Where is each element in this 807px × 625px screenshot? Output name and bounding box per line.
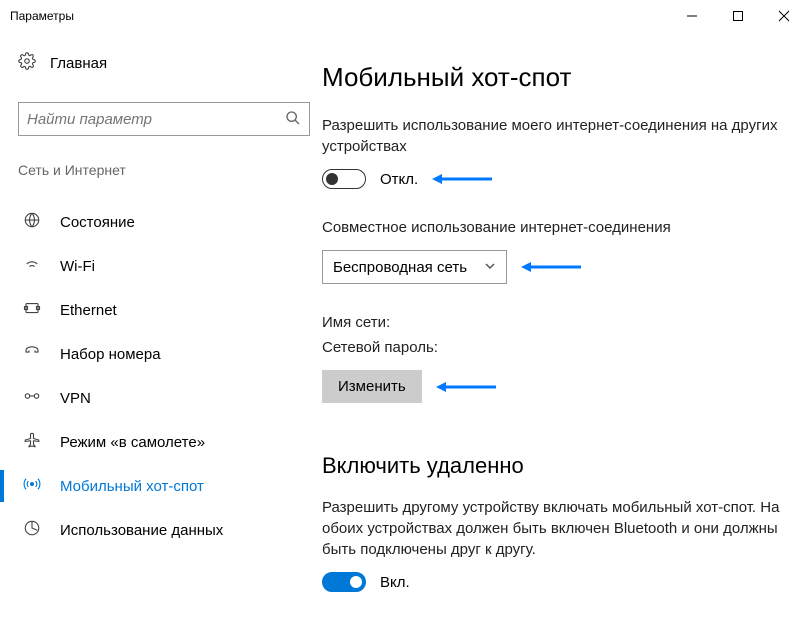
search-field[interactable] [27, 111, 285, 128]
gear-icon [18, 52, 36, 74]
remote-heading: Включить удаленно [322, 453, 787, 479]
nav-label: Ethernet [60, 302, 117, 319]
maximize-button[interactable] [715, 0, 761, 32]
nav-wifi[interactable]: Wi-Fi [18, 244, 310, 288]
remote-description: Разрешить другому устройству включать мо… [322, 497, 787, 560]
status-icon [22, 211, 42, 233]
chevron-down-icon [484, 259, 496, 276]
annotation-arrow [521, 261, 581, 273]
nav-data-usage[interactable]: Использование данных [18, 508, 310, 552]
share-from-label: Совместное использование интернет-соедин… [322, 217, 787, 238]
hotspot-icon [22, 475, 42, 497]
dialup-icon [22, 343, 42, 365]
airplane-icon [22, 431, 42, 453]
network-name-label: Имя сети: [322, 312, 787, 333]
share-toggle[interactable] [322, 169, 366, 189]
ethernet-icon [22, 299, 42, 321]
share-description: Разрешить использование моего интернет-с… [322, 115, 787, 157]
window-title: Параметры [10, 9, 669, 23]
search-icon [285, 110, 301, 129]
remote-toggle[interactable] [322, 572, 366, 592]
edit-button[interactable]: Изменить [322, 370, 422, 403]
nav-dialup[interactable]: Набор номера [18, 332, 310, 376]
category-label: Сеть и Интернет [18, 162, 310, 178]
remote-toggle-label: Вкл. [380, 574, 410, 591]
wifi-icon [22, 255, 42, 277]
nav-status[interactable]: Состояние [18, 200, 310, 244]
dropdown-value: Беспроводная сеть [333, 259, 467, 276]
annotation-arrow [432, 173, 492, 185]
nav-ethernet[interactable]: Ethernet [18, 288, 310, 332]
nav-hotspot[interactable]: Мобильный хот-спот [18, 464, 310, 508]
nav-airplane[interactable]: Режим «в самолете» [18, 420, 310, 464]
close-button[interactable] [761, 0, 807, 32]
network-password-label: Сетевой пароль: [322, 337, 787, 358]
connection-dropdown[interactable]: Беспроводная сеть [322, 250, 507, 284]
nav-label: Набор номера [60, 346, 161, 363]
nav-label: Использование данных [60, 522, 223, 539]
nav-label: Wi-Fi [60, 258, 95, 275]
nav-label: Мобильный хот-спот [60, 478, 204, 495]
data-usage-icon [22, 519, 42, 541]
annotation-arrow [436, 381, 496, 393]
page-heading: Мобильный хот-спот [322, 62, 787, 93]
nav-label: Состояние [60, 214, 135, 231]
vpn-icon [22, 387, 42, 409]
home-label: Главная [50, 55, 107, 72]
nav-label: VPN [60, 390, 91, 407]
nav-label: Режим «в самолете» [60, 434, 205, 451]
share-toggle-label: Откл. [380, 171, 418, 188]
nav-vpn[interactable]: VPN [18, 376, 310, 420]
home-nav[interactable]: Главная [18, 52, 310, 74]
minimize-button[interactable] [669, 0, 715, 32]
search-input[interactable] [18, 102, 310, 136]
